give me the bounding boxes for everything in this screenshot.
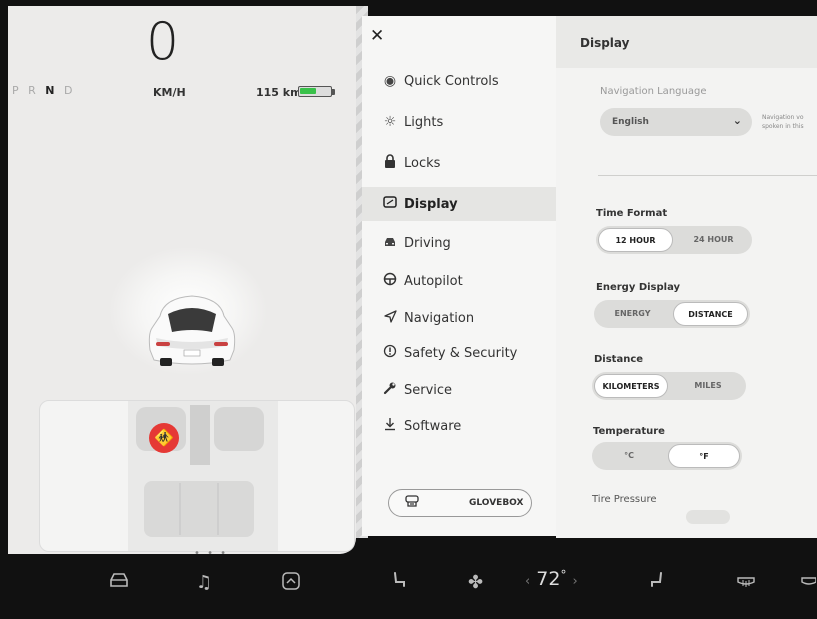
gear-selector: P R N D (12, 84, 76, 97)
tire-pressure-label: Tire Pressure (592, 494, 657, 505)
display-settings-panel: Display Navigation Language English ⌄ Na… (556, 16, 817, 538)
range-readout: 115 km (256, 86, 302, 99)
menu-item-quick-controls[interactable]: ◉ Quick Controls (362, 64, 556, 98)
time-format-label: Time Format (596, 208, 668, 219)
temp-increase-arrow[interactable]: › (572, 574, 577, 589)
menu-item-label: Safety & Security (404, 345, 518, 361)
glovebox-label: GLOVEBOX (469, 498, 524, 508)
battery-icon (298, 86, 332, 97)
menu-item-service[interactable]: Service (362, 373, 556, 407)
glovebox-icon (405, 495, 445, 511)
option-celsius[interactable]: °C (594, 444, 664, 468)
energy-display-toggle: ENERGY DISTANCE (594, 300, 750, 328)
menu-item-autopilot[interactable]: Autopilot (362, 264, 556, 298)
eye-icon: ◉ (383, 73, 397, 89)
menu-item-navigation[interactable]: Navigation (362, 301, 556, 335)
lock-icon (362, 154, 404, 172)
option-distance[interactable]: DISTANCE (673, 302, 748, 326)
menu-item-label: Navigation (404, 310, 475, 326)
temperature-label: Temperature (593, 426, 665, 437)
menu-item-label: Quick Controls (404, 73, 499, 89)
temperature-value: 72 (536, 568, 561, 590)
menu-item-label: Display (404, 196, 458, 212)
alert-circle-icon (362, 344, 404, 362)
app-launcher-icon[interactable] (282, 572, 300, 595)
passenger-seat-icon[interactable] (650, 572, 664, 593)
gear-n: N (45, 84, 58, 97)
option-miles[interactable]: MILES (672, 374, 744, 398)
option-12-hour[interactable]: 12 HOUR (598, 228, 673, 252)
light-icon: ☼ (383, 114, 397, 130)
distance-label: Distance (594, 354, 644, 365)
settings-menu: ✕ ◉ Quick Controls ☼ Lights Locks Displa… (362, 16, 556, 536)
speed-readout: 0 (146, 12, 180, 72)
menu-item-software[interactable]: Software (362, 409, 556, 443)
seat-heater-icon[interactable] (392, 572, 406, 593)
nav-language-note: Navigation vo spoken in this (762, 114, 804, 130)
option-energy[interactable]: ENERGY (596, 302, 669, 326)
nav-language-dropdown[interactable]: English ⌄ (600, 108, 752, 136)
page-title: Display (580, 36, 630, 50)
temperature-control[interactable]: ‹ 72° › (525, 568, 578, 590)
fan-icon[interactable]: ✤ (468, 572, 483, 593)
speed-unit: KM/H (153, 86, 186, 99)
option-kilometers[interactable]: KILOMETERS (594, 374, 668, 398)
option-fahrenheit[interactable]: °F (668, 444, 740, 468)
navigation-arrow-icon (362, 309, 404, 327)
energy-display-label: Energy Display (596, 282, 681, 293)
chevron-down-icon: ⌄ (732, 114, 742, 127)
menu-item-label: Service (404, 382, 453, 398)
car-icon[interactable] (146, 288, 238, 370)
menu-item-label: Autopilot (404, 273, 463, 289)
temperature-unit-toggle: °C °F (592, 442, 742, 470)
driving-panel: P R N D 0 KM/H 115 km 🚸 • • • (8, 6, 356, 559)
front-defrost-icon[interactable] (800, 572, 817, 593)
option-24-hour[interactable]: 24 HOUR (677, 228, 750, 252)
menu-item-safety-security[interactable]: Safety & Security (362, 336, 556, 370)
temperature-unit: ° (560, 568, 567, 582)
nav-language-label: Navigation Language (600, 86, 707, 97)
menu-item-label: Locks (404, 155, 441, 171)
menu-item-label: Lights (404, 114, 444, 130)
nav-language-value: English (612, 117, 649, 127)
seatbelt-warning-icon: 🚸 (149, 423, 179, 453)
menu-item-display[interactable]: Display (362, 187, 556, 221)
distance-unit-toggle: KILOMETERS MILES (592, 372, 746, 400)
steering-wheel-icon (362, 272, 404, 290)
battery-tip (332, 89, 335, 95)
rear-defrost-icon[interactable] (736, 572, 756, 593)
divider (598, 175, 817, 176)
display-icon (362, 196, 404, 212)
tire-pressure-toggle[interactable] (686, 510, 730, 524)
wrench-icon (362, 381, 404, 399)
gear-p: P (12, 84, 22, 97)
close-icon[interactable]: ✕ (370, 26, 384, 46)
temp-decrease-arrow[interactable]: ‹ (525, 574, 530, 589)
time-format-toggle: 12 HOUR 24 HOUR (596, 226, 752, 254)
download-icon (362, 417, 404, 435)
car-icon[interactable] (108, 572, 130, 593)
seat-map (39, 400, 355, 552)
menu-item-lights[interactable]: ☼ Lights (362, 105, 556, 139)
battery-fill (300, 88, 316, 94)
music-icon[interactable]: ♫ (196, 572, 212, 593)
menu-item-driving[interactable]: Driving (362, 226, 556, 260)
menu-item-label: Driving (404, 235, 451, 251)
gear-d: D (64, 84, 76, 97)
car-icon (362, 235, 404, 251)
cabin-top-view (128, 401, 278, 551)
gear-r: R (28, 84, 39, 97)
glovebox-button[interactable]: GLOVEBOX (388, 489, 532, 517)
bottom-bar: ♫ ✤ ‹ 72° › (0, 554, 817, 619)
menu-item-locks[interactable]: Locks (362, 146, 556, 180)
menu-item-label: Software (404, 418, 462, 434)
